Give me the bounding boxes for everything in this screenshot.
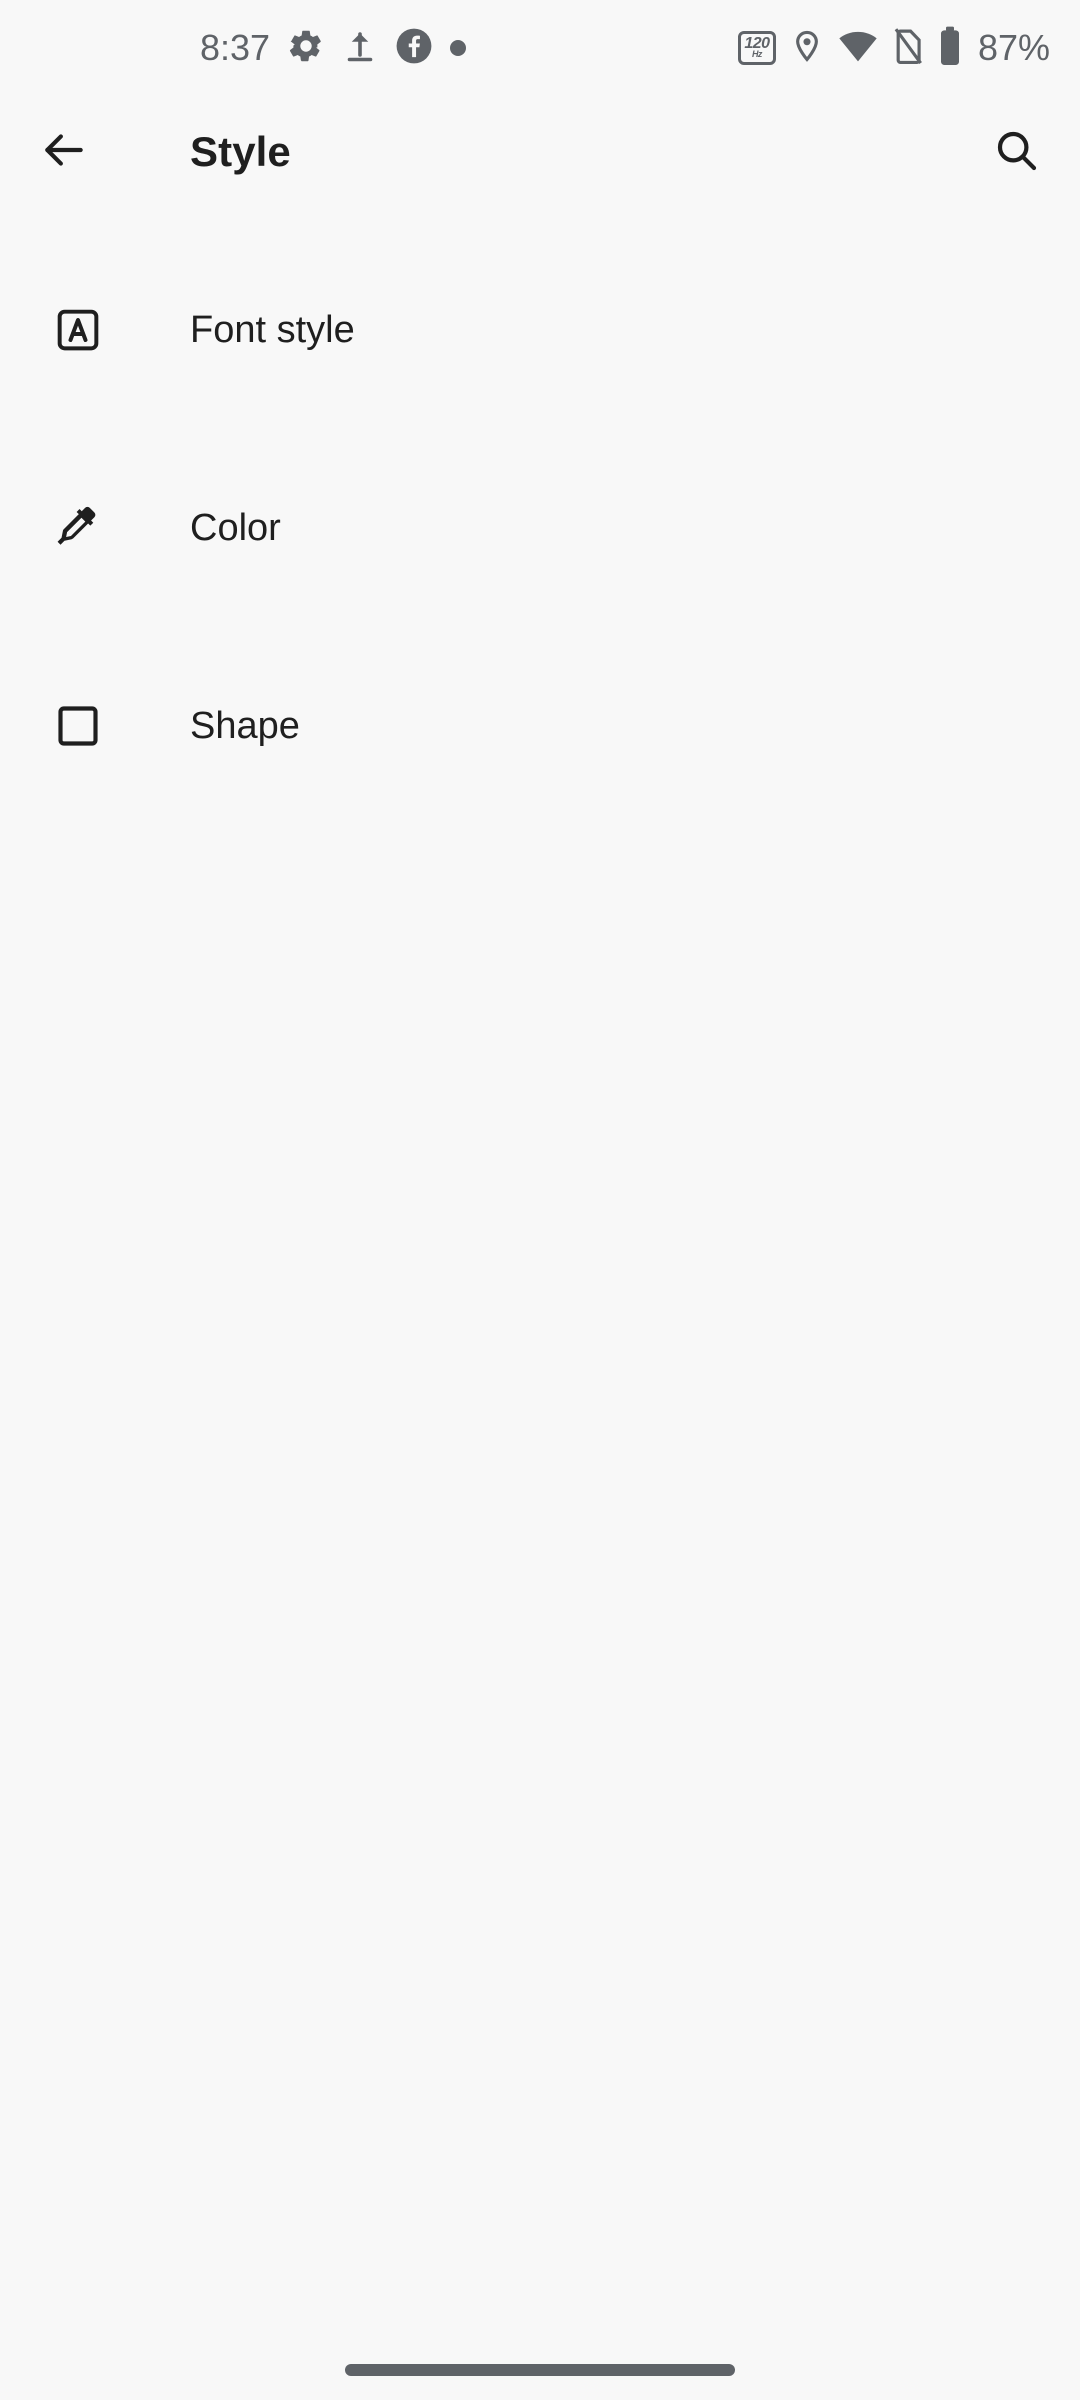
wifi-icon <box>838 29 878 68</box>
list-item-label: Color <box>190 507 281 549</box>
settings-list: Font style Color Shape <box>0 286 1080 880</box>
list-item-label: Font style <box>190 309 355 351</box>
status-bar-clock: 8:37 <box>200 27 271 68</box>
shape-icon <box>52 700 104 752</box>
battery-icon <box>938 26 962 71</box>
status-bar-left-group: 8:37 <box>200 0 467 96</box>
gear-icon <box>287 27 325 70</box>
font-style-icon <box>52 304 104 356</box>
refresh-rate-badge-icon: 120 Hz <box>737 31 776 65</box>
notification-dot-icon <box>450 40 467 56</box>
no-sim-icon <box>892 27 924 70</box>
location-pin-icon <box>790 27 824 70</box>
app-bar: Style <box>0 96 1080 208</box>
back-arrow-icon <box>39 125 89 180</box>
list-item-shape[interactable]: Shape <box>0 682 1080 880</box>
refresh-rate-unit: Hz <box>751 48 763 59</box>
phone-screen: 8:37 120 Hz 87% Style Font style Color S… <box>0 0 1080 2400</box>
status-bar-right-group: 120 Hz 87% <box>737 0 1050 96</box>
search-icon <box>992 126 1040 179</box>
search-button[interactable] <box>974 110 1058 194</box>
facebook-icon <box>395 27 433 70</box>
status-bar: 8:37 120 Hz 87% <box>0 0 1080 96</box>
list-item-color[interactable]: Color <box>0 484 1080 682</box>
system-navigation-bar <box>0 2310 1080 2400</box>
colorize-icon <box>52 502 104 554</box>
battery-percentage: 87% <box>977 27 1050 68</box>
back-button[interactable] <box>22 110 106 194</box>
gesture-handle[interactable] <box>345 2364 735 2376</box>
list-item-label: Shape <box>190 705 300 747</box>
upload-icon <box>342 28 378 69</box>
page-title: Style <box>190 128 291 175</box>
list-item-font-style[interactable]: Font style <box>0 286 1080 484</box>
